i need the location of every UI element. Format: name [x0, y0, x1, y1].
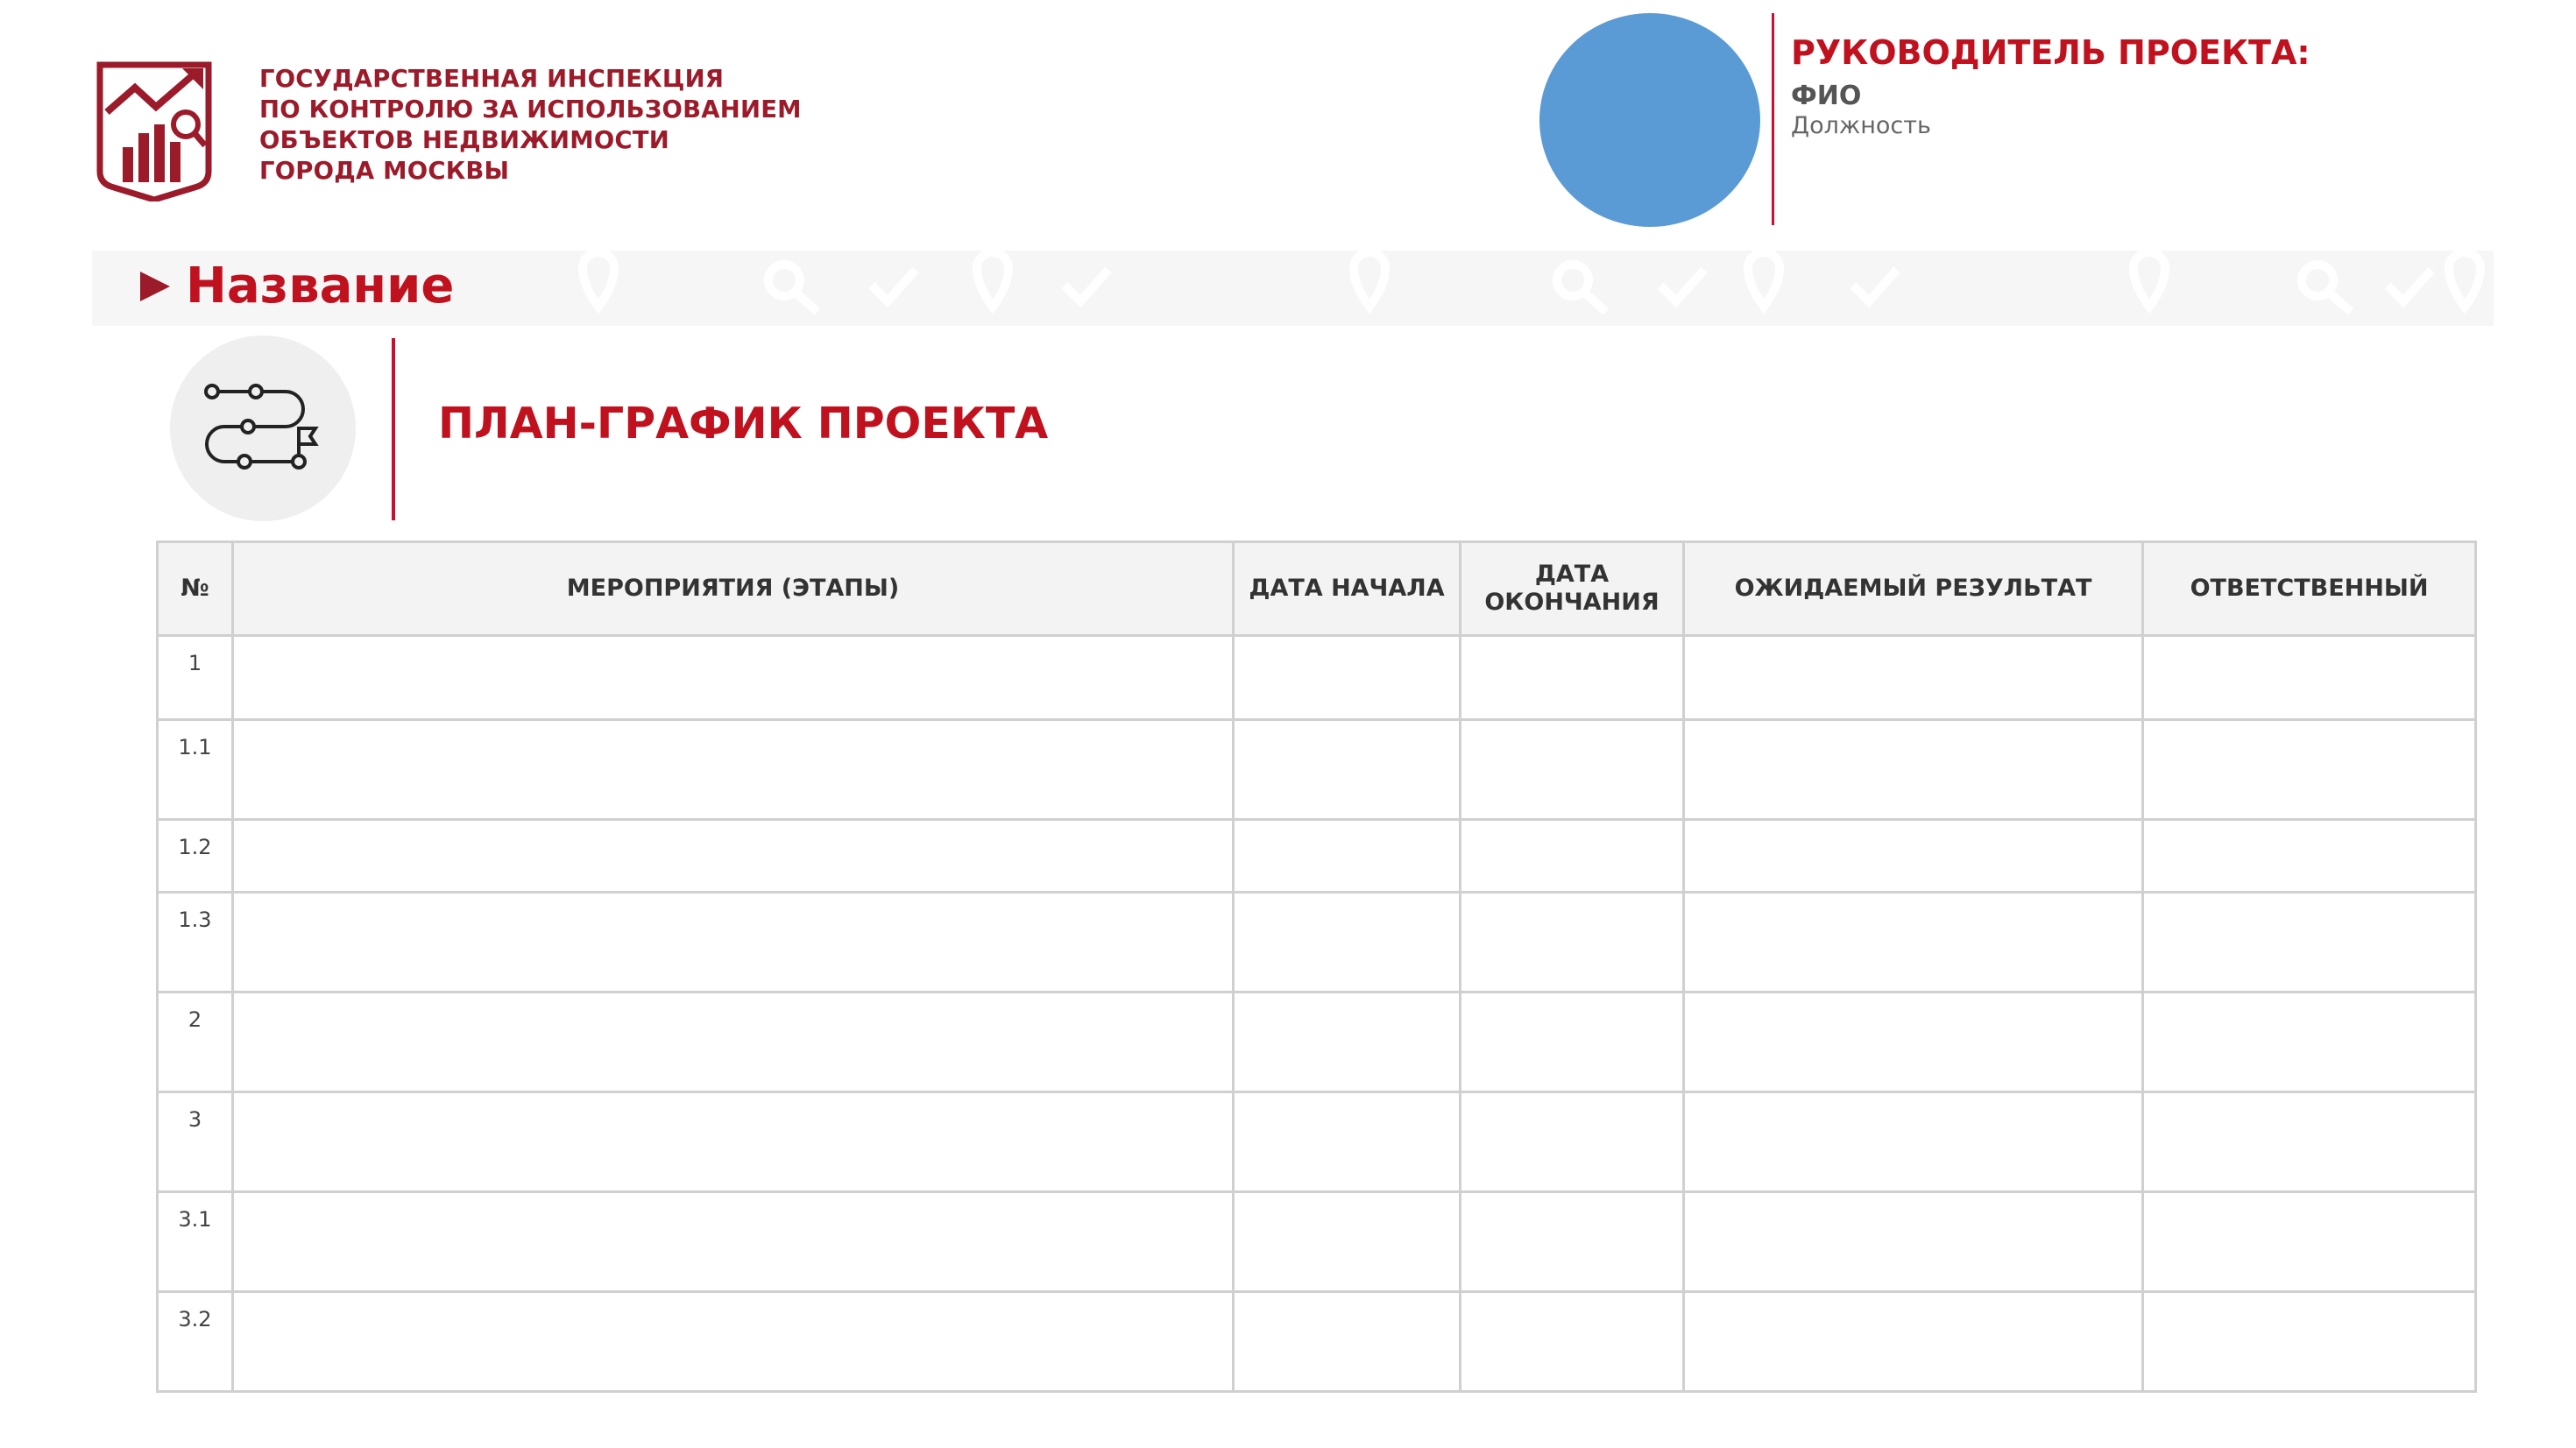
table-row: 2	[156, 991, 2477, 1093]
activity-cell[interactable]	[231, 891, 1235, 993]
result-cell[interactable]	[1682, 891, 2144, 993]
activity-cell[interactable]	[231, 634, 1235, 721]
table-row: 1.3	[156, 891, 2477, 993]
start-date-cell[interactable]	[1232, 991, 1461, 1093]
table-row: 3	[156, 1091, 2477, 1193]
start-date-cell[interactable]	[1232, 1190, 1461, 1293]
responsible-cell[interactable]	[2141, 991, 2477, 1093]
table-row: 1.1	[156, 718, 2477, 821]
table-row: 1	[156, 634, 2477, 721]
project-name: Название	[186, 258, 455, 314]
result-cell[interactable]	[1682, 818, 2144, 894]
activity-cell[interactable]	[231, 1190, 1235, 1293]
result-cell[interactable]	[1682, 718, 2144, 821]
responsible-cell[interactable]	[2141, 634, 2477, 721]
result-cell[interactable]	[1682, 634, 2144, 721]
start-date-cell[interactable]	[1232, 718, 1461, 821]
row-number: 3	[156, 1091, 234, 1193]
table-row: 1.2	[156, 818, 2477, 894]
result-cell[interactable]	[1682, 1190, 2144, 1293]
end-date-cell[interactable]	[1459, 718, 1685, 821]
plan-schedule-table: № МЕРОПРИЯТИЯ (ЭТАПЫ) ДАТА НАЧАЛА ДАТА О…	[156, 540, 2477, 1393]
column-header-expected-result: ОЖИДАЕМЫЙ РЕЗУЛЬТАТ	[1682, 540, 2144, 637]
triangle-arrow-icon	[140, 271, 170, 301]
section-icon-circle	[170, 336, 356, 521]
organization-name-line: ОБЪЕКТОВ НЕДВИЖИМОСТИ	[259, 126, 669, 154]
start-date-cell[interactable]	[1232, 891, 1461, 993]
manager-fio: ФИО	[1791, 81, 1862, 111]
table-header-row: № МЕРОПРИЯТИЯ (ЭТАПЫ) ДАТА НАЧАЛА ДАТА О…	[156, 540, 2477, 637]
start-date-cell[interactable]	[1232, 1290, 1461, 1393]
manager-photo-placeholder	[1539, 13, 1760, 227]
manager-position: Должность	[1791, 112, 1931, 139]
column-header-responsible: ОТВЕТСТВЕННЫЙ	[2141, 540, 2477, 637]
responsible-cell[interactable]	[2141, 1290, 2477, 1393]
end-date-cell[interactable]	[1459, 1290, 1685, 1393]
activity-cell[interactable]	[231, 991, 1235, 1093]
activity-cell[interactable]	[231, 818, 1235, 894]
responsible-cell[interactable]	[2141, 818, 2477, 894]
manager-divider	[1772, 13, 1774, 225]
end-date-cell[interactable]	[1459, 891, 1685, 993]
activity-cell[interactable]	[231, 1290, 1235, 1393]
organization-name-line: ГОСУДАРСТВЕННАЯ ИНСПЕКЦИЯ	[259, 65, 725, 93]
roadmap-flag-icon	[204, 384, 319, 470]
activity-cell[interactable]	[231, 718, 1235, 821]
end-date-cell[interactable]	[1459, 1190, 1685, 1293]
start-date-cell[interactable]	[1232, 634, 1461, 721]
organization-name-line: ГОРОДА МОСКВЫ	[259, 157, 510, 185]
responsible-cell[interactable]	[2141, 718, 2477, 821]
row-number: 2	[156, 991, 234, 1093]
project-title-row: Название	[140, 258, 454, 314]
responsible-cell[interactable]	[2141, 1091, 2477, 1193]
result-cell[interactable]	[1682, 1290, 2144, 1393]
responsible-cell[interactable]	[2141, 1190, 2477, 1293]
row-number: 3.1	[156, 1190, 234, 1293]
end-date-cell[interactable]	[1459, 991, 1685, 1093]
row-number: 1.2	[156, 818, 234, 894]
row-number: 3.2	[156, 1290, 234, 1393]
organization-logo	[96, 61, 212, 201]
start-date-cell[interactable]	[1232, 1091, 1461, 1193]
row-number: 1.3	[156, 891, 234, 993]
result-cell[interactable]	[1682, 991, 2144, 1093]
responsible-cell[interactable]	[2141, 891, 2477, 993]
row-number: 1	[156, 634, 234, 721]
column-header-activities: МЕРОПРИЯТИЯ (ЭТАПЫ)	[231, 540, 1235, 637]
table-row: 3.2	[156, 1290, 2477, 1393]
row-number: 1.1	[156, 718, 234, 821]
result-cell[interactable]	[1682, 1091, 2144, 1193]
column-header-end-date: ДАТА ОКОНЧАНИЯ	[1459, 540, 1685, 637]
end-date-cell[interactable]	[1459, 818, 1685, 894]
end-date-cell[interactable]	[1459, 634, 1685, 721]
activity-cell[interactable]	[231, 1091, 1235, 1193]
section-divider	[392, 338, 395, 520]
organization-name-line: ПО КОНТРОЛЮ ЗА ИСПОЛЬЗОВАНИЕМ	[259, 95, 802, 124]
organization-name: ГОСУДАРСТВЕННАЯ ИНСПЕКЦИЯ ПО КОНТРОЛЮ ЗА…	[259, 64, 890, 187]
end-date-cell[interactable]	[1459, 1091, 1685, 1193]
column-header-start-date: ДАТА НАЧАЛА	[1232, 540, 1461, 637]
column-header-number: №	[156, 540, 234, 637]
manager-title: РУКОВОДИТЕЛЬ ПРОЕКТА:	[1791, 33, 2311, 72]
start-date-cell[interactable]	[1232, 818, 1461, 894]
section-title: ПЛАН-ГРАФИК ПРОЕКТА	[438, 399, 1049, 449]
table-row: 3.1	[156, 1190, 2477, 1293]
